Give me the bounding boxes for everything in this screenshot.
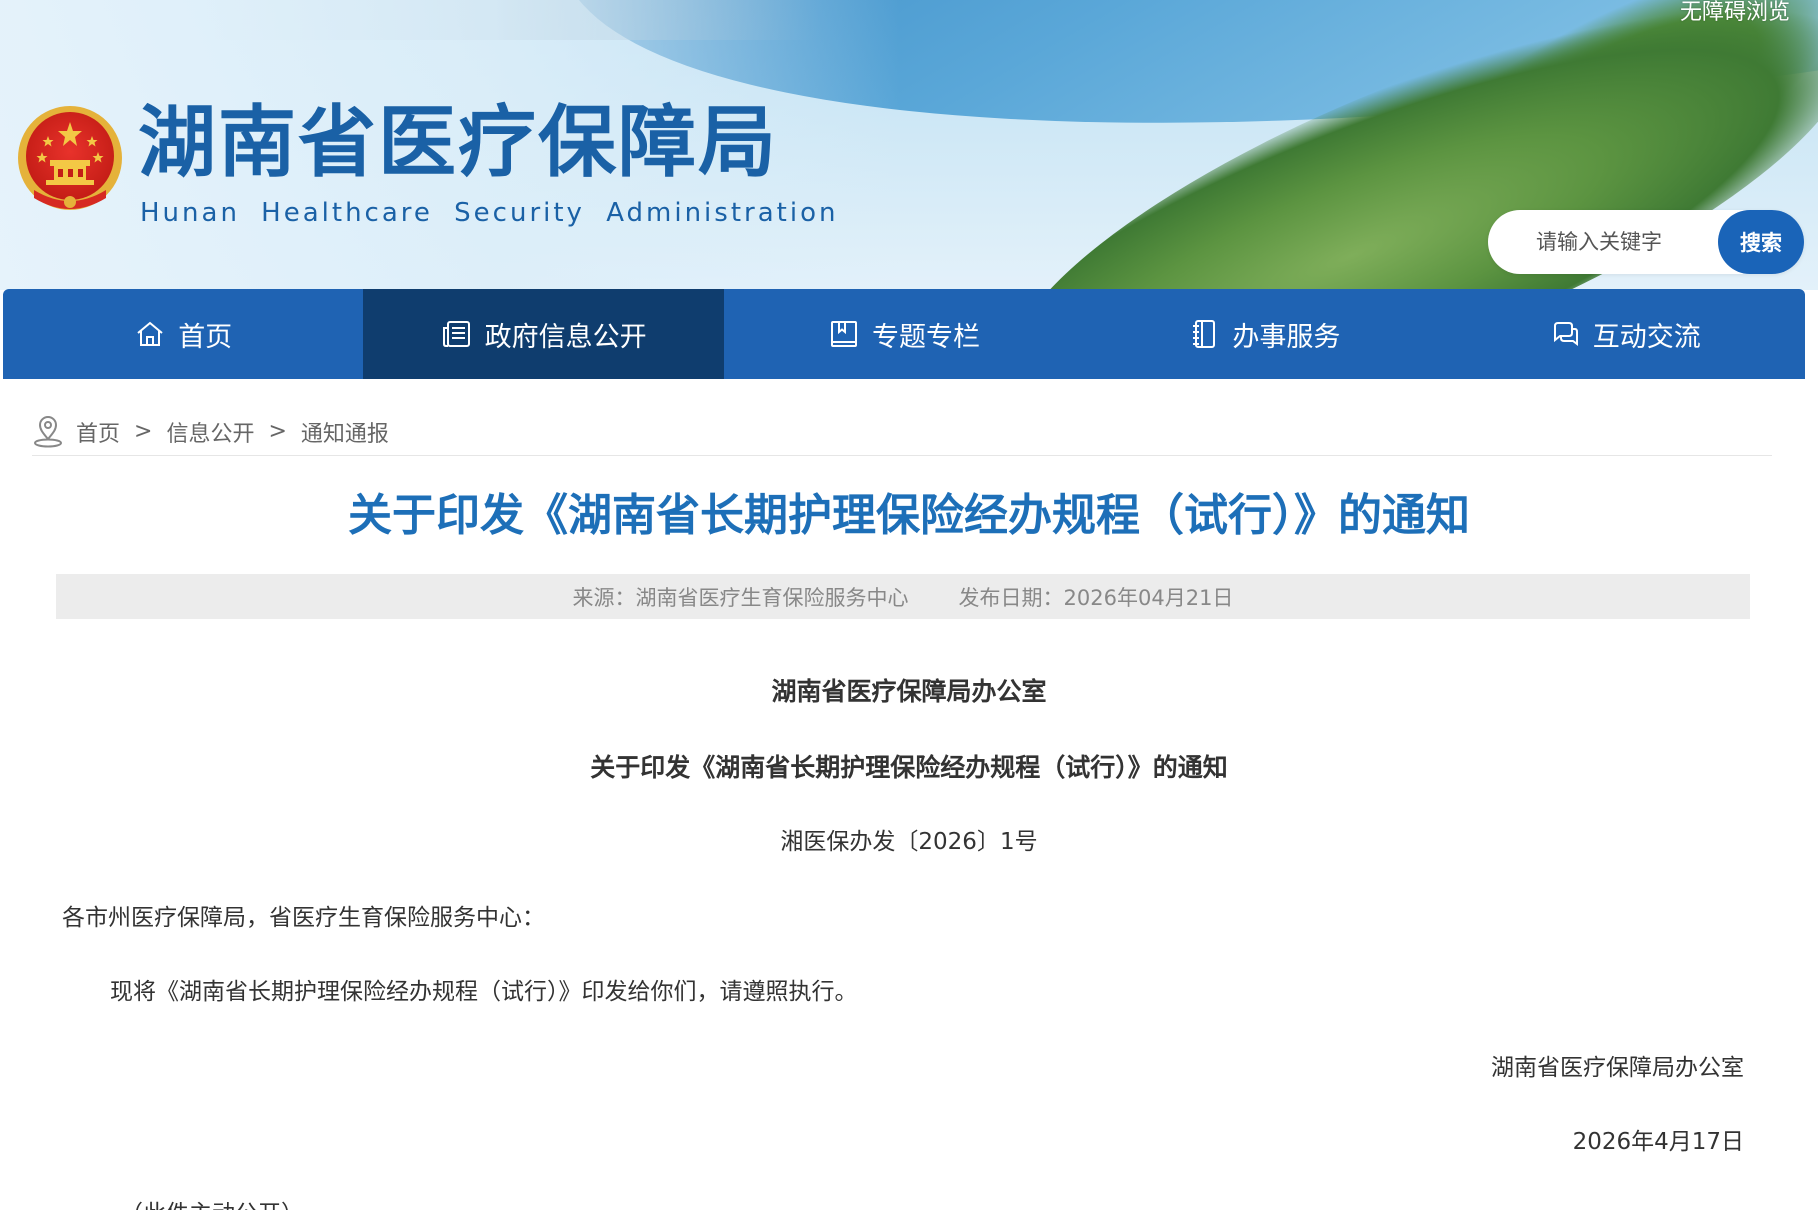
home-icon (137, 321, 163, 346)
search-box: 搜索 (1488, 210, 1804, 274)
nav-item-topics[interactable]: 专题专栏 (724, 289, 1084, 379)
nav-item-label: 政府信息公开 (484, 321, 647, 353)
nav-item-label: 专题专栏 (871, 321, 980, 353)
chat-icon (1553, 322, 1578, 346)
document-title: 关于印发《湖南省长期护理保险经办规程（试行）》的通知 (590, 753, 1228, 782)
breadcrumb-link-notices[interactable]: 通知通报 (301, 416, 389, 448)
national-emblem-icon (18, 106, 122, 210)
accessible-browse-link[interactable]: 无障碍浏览 (1680, 0, 1790, 26)
nav-item-label: 首页 (178, 321, 233, 353)
nav-item-gov-info[interactable]: 政府信息公开 (363, 289, 724, 379)
newspaper-icon (442, 321, 470, 347)
nav-item-interaction[interactable]: 互动交流 (1445, 289, 1805, 379)
breadcrumb-link-home[interactable]: 首页 (76, 416, 120, 448)
main-nav: 首页 政府信息公开 专题专栏 办事服务 互动交流 (3, 289, 1805, 379)
location-pin-icon (34, 415, 62, 447)
nav-item-label: 办事服务 (1232, 321, 1341, 353)
notebook-icon (1193, 320, 1216, 348)
search-input[interactable] (1488, 210, 1718, 274)
article-title: 关于印发《湖南省长期护理保险经办规程（试行）》的通知 (348, 490, 1470, 541)
nav-item-home[interactable]: 首页 (3, 289, 363, 379)
breadcrumb-separator: > (134, 419, 153, 444)
breadcrumb-link-info[interactable]: 信息公开 (166, 416, 254, 448)
site-subtitle: Hunan Healthcare Security Administration (140, 198, 839, 228)
nav-item-services[interactable]: 办事服务 (1084, 289, 1444, 379)
document-signature: 湖南省医疗保障局办公室 (1491, 1055, 1744, 1081)
article-publish-date: 发布日期：2026年04月21日 (958, 585, 1234, 610)
article-meta-bar: 来源：湖南省医疗生育保险服务中心 发布日期：2026年04月21日 (56, 574, 1750, 619)
header-banner: 湖南省医疗保障局 Hunan Healthcare Security Admin… (0, 0, 1818, 290)
document-addressee: 各市州医疗保障局，省医疗生育保险服务中心： (62, 905, 545, 931)
document-body: 现将《湖南省长期护理保险经办规程（试行）》印发给你们，请遵照执行。 (110, 979, 858, 1005)
document-org-name: 湖南省医疗保障局办公室 (771, 677, 1047, 706)
nav-item-label: 互动交流 (1592, 321, 1701, 353)
breadcrumb: 首页 > 信息公开 > 通知通报 (32, 408, 1772, 456)
book-icon (830, 321, 857, 347)
document-sign-date: 2026年4月17日 (1572, 1129, 1744, 1155)
article-source: 来源：湖南省医疗生育保险服务中心 (572, 585, 909, 610)
breadcrumb-separator: > (268, 419, 287, 444)
site-title: 湖南省医疗保障局 (138, 97, 779, 188)
document-number: 湘医保办发〔2026〕1号 (780, 829, 1038, 855)
document-public-note: （此件主动公开） (120, 1194, 304, 1210)
search-button[interactable]: 搜索 (1718, 210, 1804, 274)
